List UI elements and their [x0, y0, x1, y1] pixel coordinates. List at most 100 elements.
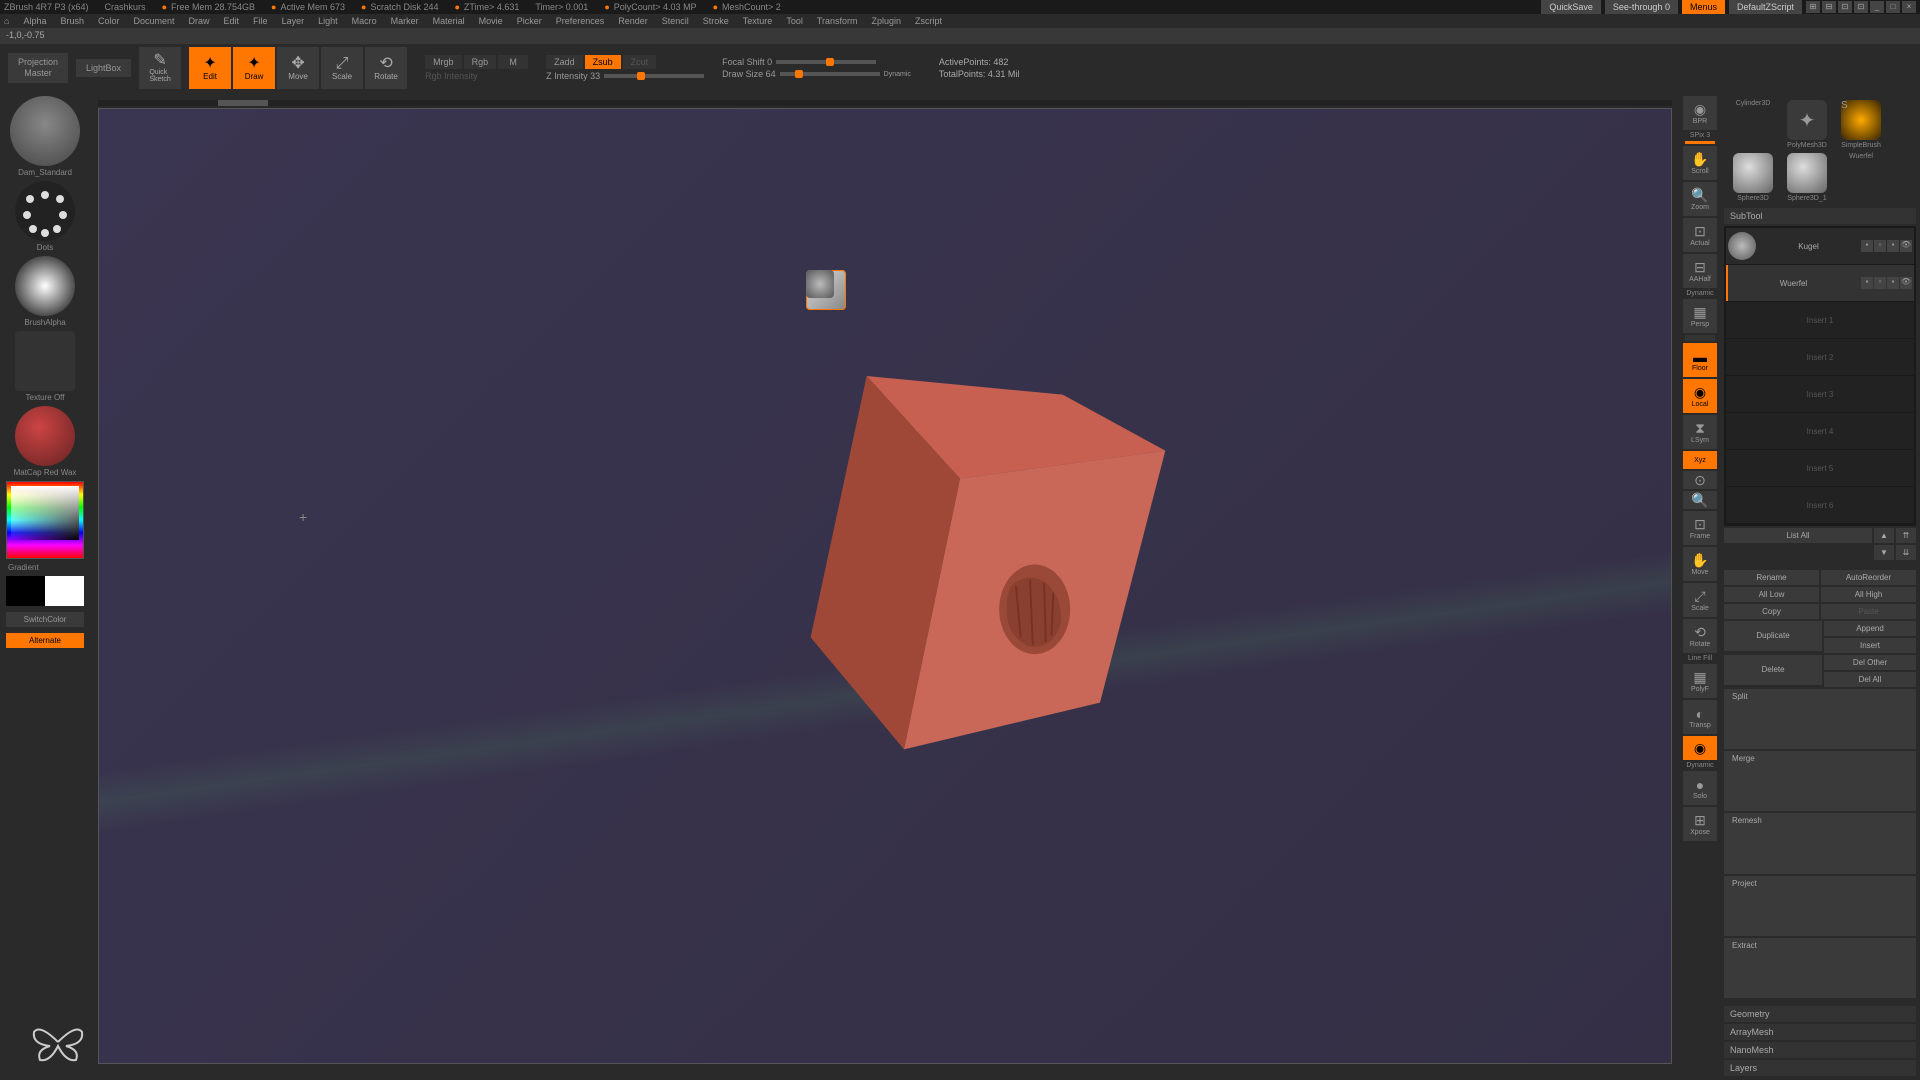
projection-master-button[interactable]: Projection Master: [8, 53, 68, 83]
xpose-button[interactable]: ⊞Xpose: [1683, 807, 1717, 841]
mrgb-button[interactable]: Mrgb: [425, 55, 462, 69]
spix-label[interactable]: SPix 3: [1690, 132, 1710, 139]
polyf-button[interactable]: ▦PolyF: [1683, 664, 1717, 698]
focal-shift-label[interactable]: Focal Shift 0: [722, 57, 772, 67]
subtool-empty-6[interactable]: Insert 6: [1726, 487, 1914, 523]
delete-button[interactable]: Delete: [1724, 655, 1822, 685]
menu-texture[interactable]: Texture: [743, 16, 773, 26]
menu-brush[interactable]: Brush: [60, 16, 84, 26]
focal-shift-slider[interactable]: [776, 60, 876, 64]
menu-stencil[interactable]: Stencil: [662, 16, 689, 26]
zoom-button[interactable]: 🔍Zoom: [1683, 182, 1717, 216]
menu-alpha[interactable]: Alpha: [23, 16, 46, 26]
geometry-section[interactable]: Geometry: [1724, 1006, 1916, 1022]
zadd-button[interactable]: Zadd: [546, 55, 583, 69]
color-picker[interactable]: [6, 481, 84, 559]
merge-button[interactable]: Merge: [1724, 751, 1916, 811]
center-button[interactable]: ⊙: [1683, 471, 1717, 489]
menu-material[interactable]: Material: [433, 16, 465, 26]
layers-section[interactable]: Layers: [1724, 1060, 1916, 1076]
menu-transform[interactable]: Transform: [817, 16, 858, 26]
paste-button[interactable]: Paste: [1821, 604, 1916, 619]
nanomesh-section[interactable]: NanoMesh: [1724, 1042, 1916, 1058]
arraymesh-section[interactable]: ArrayMesh: [1724, 1024, 1916, 1040]
subtool-wuerfel[interactable]: Wuerfel▪▫▪👁: [1726, 265, 1914, 301]
alllow-button[interactable]: All Low: [1724, 587, 1819, 602]
subtool-empty-2[interactable]: Insert 2: [1726, 339, 1914, 375]
nav-move-button[interactable]: ✋Move: [1683, 547, 1717, 581]
delall-button[interactable]: Del All: [1824, 672, 1916, 687]
win-btn-4[interactable]: ⊡: [1854, 1, 1868, 13]
arrow-up2[interactable]: ⇈: [1896, 528, 1916, 543]
arrow-down2[interactable]: ⇊: [1896, 545, 1916, 560]
extract-button[interactable]: Extract: [1724, 938, 1916, 998]
draw-size-label[interactable]: Draw Size 64: [722, 69, 776, 79]
tool-simplebrush[interactable]: SSimpleBrush: [1836, 100, 1886, 149]
color-swatches[interactable]: [6, 576, 84, 606]
alternate-button[interactable]: Alternate: [6, 633, 84, 648]
zsub-button[interactable]: Zsub: [585, 55, 621, 69]
arrow-down[interactable]: ▼: [1874, 545, 1894, 560]
remesh-button[interactable]: Remesh: [1724, 813, 1916, 873]
subtool-empty-4[interactable]: Insert 4: [1726, 413, 1914, 449]
menu-render[interactable]: Render: [618, 16, 648, 26]
lightbox-button[interactable]: LightBox: [76, 59, 131, 77]
tool-cylinder[interactable]: Cylinder3D: [1728, 100, 1778, 149]
menu-color[interactable]: Color: [98, 16, 120, 26]
draw-size-slider[interactable]: [780, 72, 880, 76]
rgb-button[interactable]: Rgb: [464, 55, 497, 69]
menu-zplugin[interactable]: Zplugin: [872, 16, 902, 26]
defaultscript-button[interactable]: DefaultZScript: [1729, 0, 1802, 14]
alpha-picker[interactable]: BrushAlpha: [6, 256, 84, 327]
menu-document[interactable]: Document: [134, 16, 175, 26]
subtool-empty-1[interactable]: Insert 1: [1726, 302, 1914, 338]
allhigh-button[interactable]: All High: [1821, 587, 1916, 602]
material-picker[interactable]: MatCap Red Wax: [6, 406, 84, 477]
lsym-button[interactable]: ⧗LSym: [1683, 415, 1717, 449]
menu-picker[interactable]: Picker: [517, 16, 542, 26]
z-intensity-label[interactable]: Z Intensity 33: [546, 71, 600, 81]
menu-marker[interactable]: Marker: [391, 16, 419, 26]
z-intensity-slider[interactable]: [604, 74, 704, 78]
rotate-button[interactable]: ⟲Rotate: [365, 47, 407, 89]
listall-button[interactable]: List All: [1724, 528, 1872, 543]
edit-button[interactable]: ✦Edit: [189, 47, 231, 89]
menu-layer[interactable]: Layer: [282, 16, 305, 26]
canvas-scrollbar[interactable]: [98, 100, 1672, 106]
draw-button[interactable]: ✦Draw: [233, 47, 275, 89]
m-button[interactable]: M: [498, 55, 528, 69]
menu-edit[interactable]: Edit: [224, 16, 240, 26]
brush-picker[interactable]: Dam_Standard: [6, 96, 84, 177]
tool-sphere3d[interactable]: Sphere3D: [1728, 153, 1778, 202]
tool-sphere3d1[interactable]: Sphere3D_1: [1782, 153, 1832, 202]
win-btn-3[interactable]: ⊡: [1838, 1, 1852, 13]
win-close[interactable]: ×: [1902, 1, 1916, 13]
insert-button[interactable]: Insert: [1824, 638, 1916, 653]
append-button[interactable]: Append: [1824, 621, 1916, 636]
texture-picker[interactable]: Texture Off: [6, 331, 84, 402]
win-maximize[interactable]: □: [1886, 1, 1900, 13]
menu-preferences[interactable]: Preferences: [556, 16, 605, 26]
menus-button[interactable]: Menus: [1682, 0, 1725, 14]
fit-button[interactable]: 🔍: [1683, 491, 1717, 509]
menu-movie[interactable]: Movie: [479, 16, 503, 26]
win-minimize[interactable]: _: [1870, 1, 1884, 13]
nav-scale-button[interactable]: ⤢Scale: [1683, 583, 1717, 617]
rename-button[interactable]: Rename: [1724, 570, 1819, 585]
nav-rotate-button[interactable]: ⟲Rotate: [1683, 619, 1717, 653]
ghost-button[interactable]: ◉: [1683, 736, 1717, 760]
switchcolor-button[interactable]: SwitchColor: [6, 612, 84, 627]
autoreorder-button[interactable]: AutoReorder: [1821, 570, 1916, 585]
tool-polymesh[interactable]: ✦PolyMesh3D: [1782, 100, 1832, 149]
spix-slider[interactable]: [1685, 141, 1715, 144]
actual-button[interactable]: ⊡Actual: [1683, 218, 1717, 252]
subtool-empty-3[interactable]: Insert 3: [1726, 376, 1914, 412]
menu-light[interactable]: Light: [318, 16, 338, 26]
tool-wuerfel[interactable]: Wuerfel: [1836, 153, 1886, 202]
project-button[interactable]: Project: [1724, 876, 1916, 936]
menu-stroke[interactable]: Stroke: [703, 16, 729, 26]
move-button[interactable]: ✥Move: [277, 47, 319, 89]
angle-slider[interactable]: [1685, 335, 1715, 341]
seethrough-slider[interactable]: See-through 0: [1605, 0, 1678, 14]
solo-button[interactable]: ●Solo: [1683, 771, 1717, 805]
